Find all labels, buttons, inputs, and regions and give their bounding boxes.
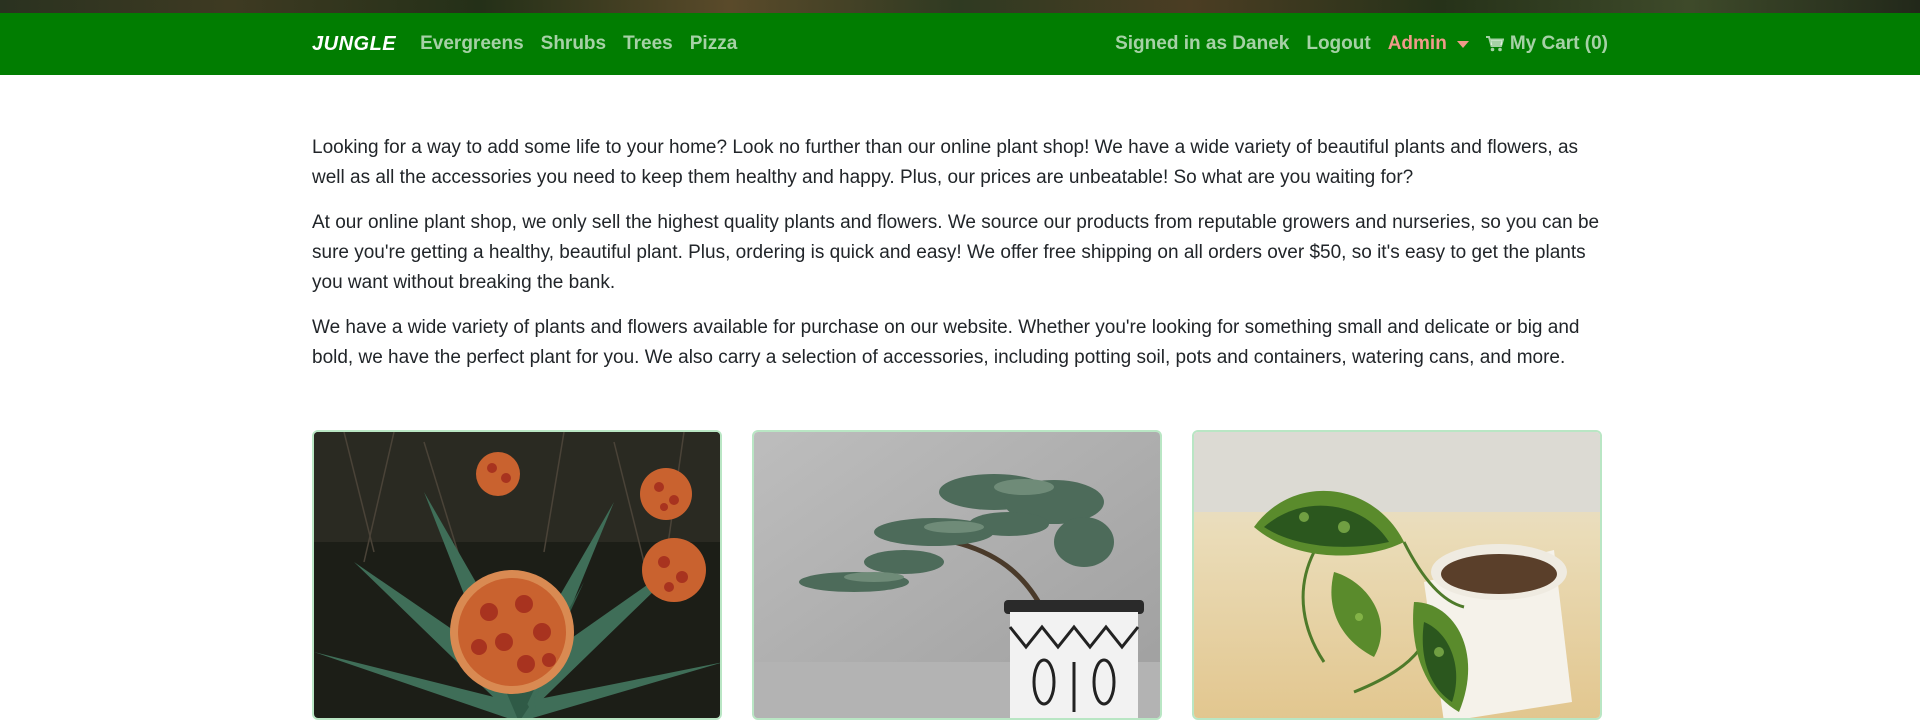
hero-banner-strip [0,0,1920,13]
pizza-agave-image [314,432,720,718]
pothos-plant-image [1194,432,1600,718]
admin-dropdown-toggle[interactable]: Admin [1388,33,1469,55]
cart-label: My Cart (0) [1509,33,1608,54]
product-card-1[interactable] [312,430,722,720]
intro-paragraph-2: At our online plant shop, we only sell t… [312,212,1600,293]
brand-logo[interactable]: JUNGLE [312,33,396,56]
product-grid [312,430,1608,720]
main-content: Looking for a way to add some life to yo… [312,75,1608,720]
my-cart-link[interactable]: My Cart (0) [1485,33,1608,55]
admin-label: Admin [1387,33,1447,54]
nav-link-pizza[interactable]: Pizza [690,33,738,55]
product-card-2[interactable] [752,430,1162,720]
top-navbar: JUNGLE Evergreens Shrubs Trees Pizza Sig… [0,13,1920,75]
nav-link-shrubs[interactable]: Shrubs [541,33,606,55]
caret-down-icon [1456,40,1469,48]
nav-link-trees[interactable]: Trees [623,33,673,55]
cart-icon [1485,36,1504,52]
nav-link-evergreens[interactable]: Evergreens [420,33,524,55]
intro-section: Looking for a way to add some life to yo… [312,133,1608,373]
logout-link[interactable]: Logout [1306,33,1370,55]
intro-paragraph-3: We have a wide variety of plants and flo… [312,317,1580,368]
intro-paragraph-1: Looking for a way to add some life to yo… [312,137,1579,188]
product-card-3[interactable] [1192,430,1602,720]
signed-in-user-link[interactable]: Signed in as Danek [1115,33,1289,55]
bonsai-juniper-image [754,432,1160,718]
